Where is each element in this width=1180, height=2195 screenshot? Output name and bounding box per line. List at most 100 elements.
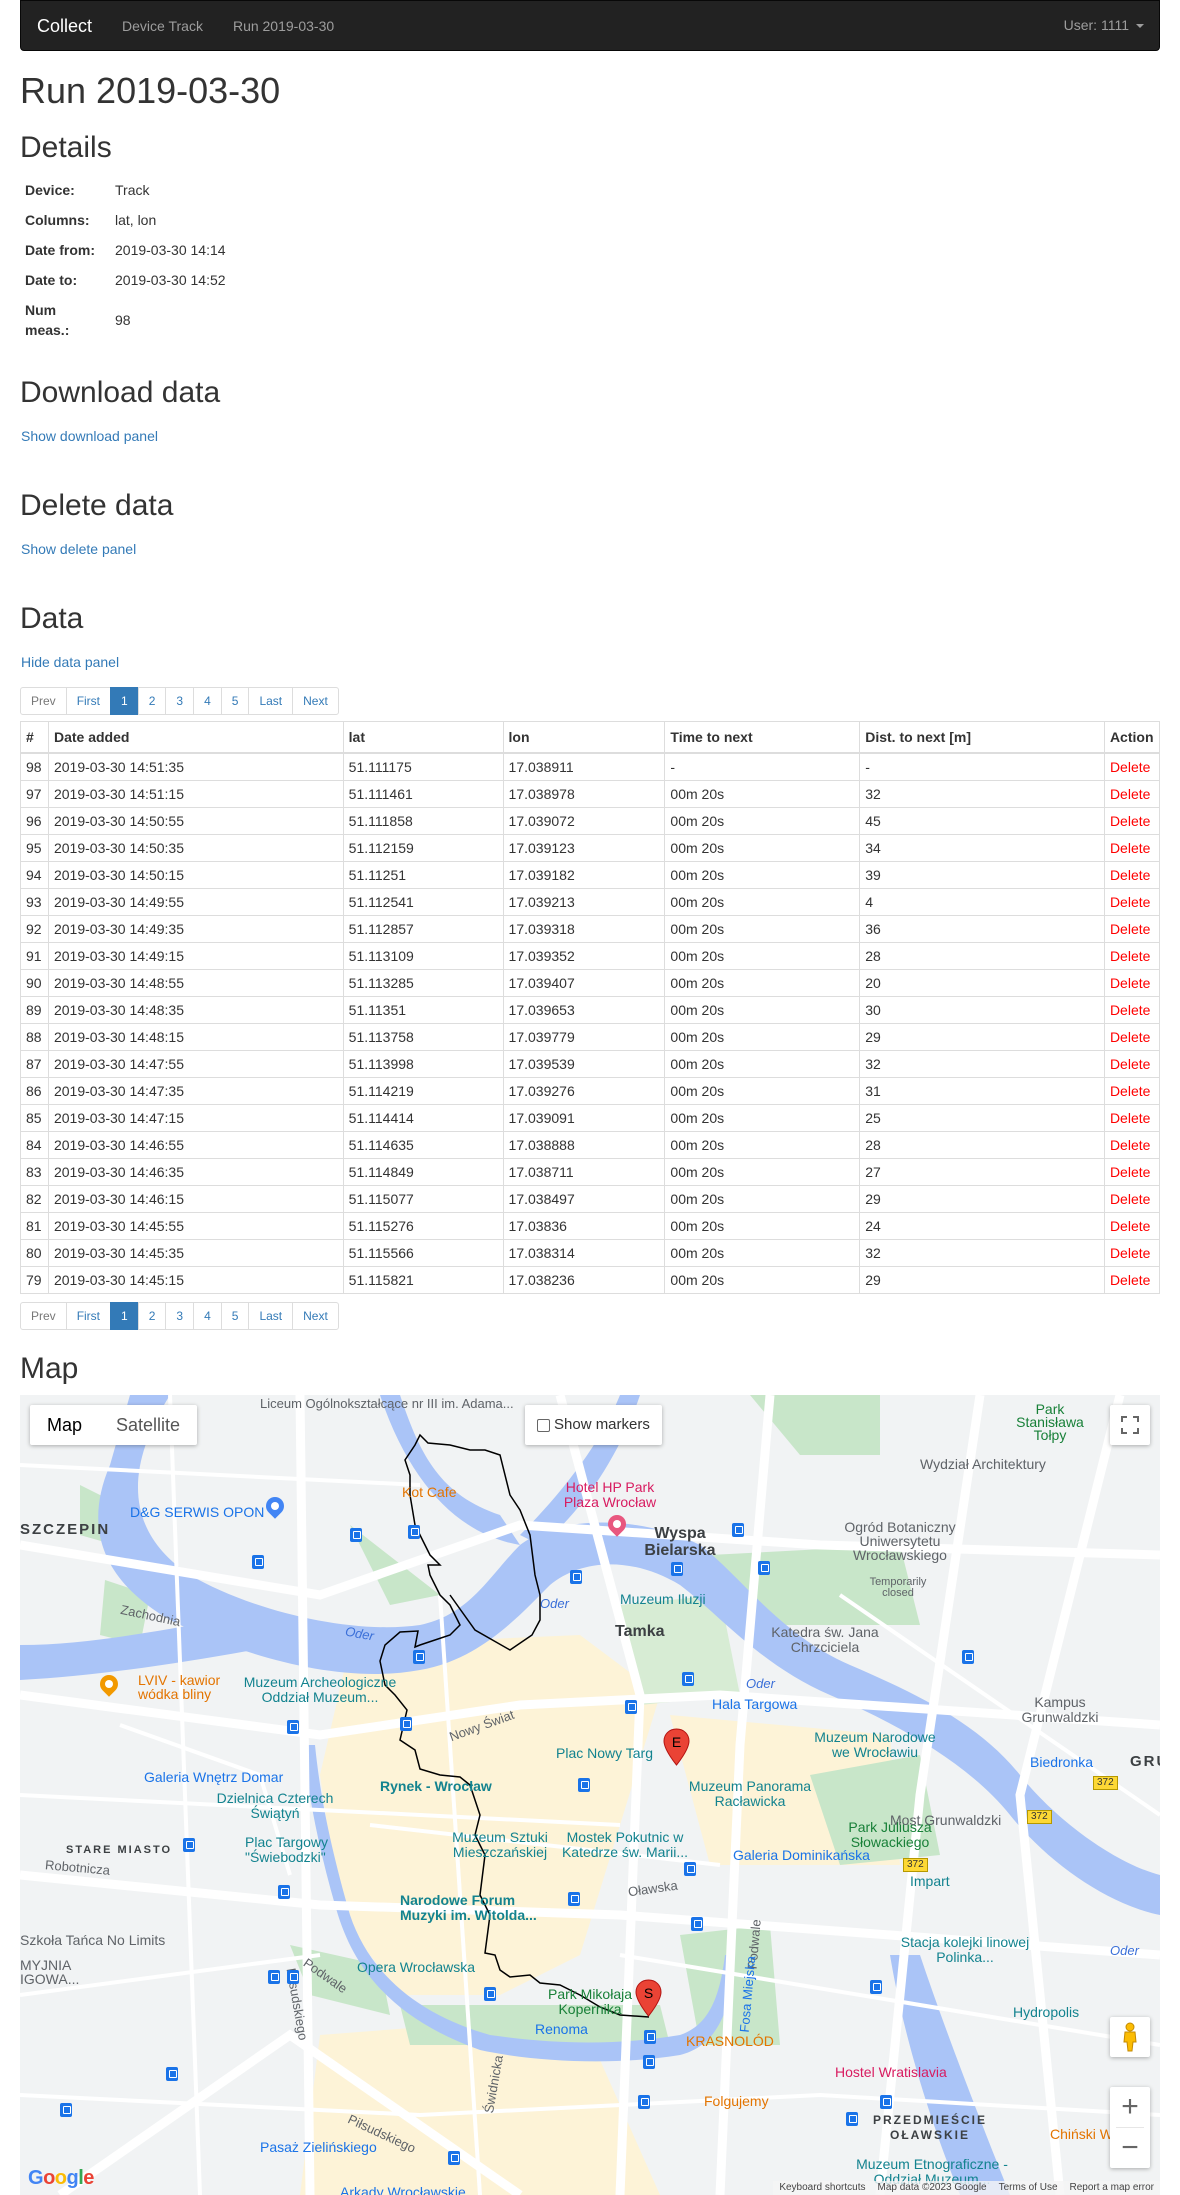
track-start-marker[interactable]: S — [635, 1979, 662, 2017]
pagination-next[interactable]: Next — [292, 686, 339, 715]
cell-delete-link[interactable]: Delete — [1103, 1158, 1161, 1187]
cell-delete-link[interactable]: Delete — [1103, 1050, 1161, 1079]
poi-muzeum-iluzji[interactable]: Muzeum Iluzji — [620, 1590, 706, 1610]
poi-myjnia[interactable]: MYJNIA IGOWA... — [20, 1958, 80, 1986]
fullscreen-button[interactable] — [1110, 1405, 1150, 1446]
tram-stop-icon[interactable] — [643, 2055, 655, 2070]
tram-stop-icon[interactable] — [691, 1917, 703, 1932]
cell-delete-link[interactable]: Delete — [1103, 861, 1161, 890]
poi-ogrod-botaniczny[interactable]: Ogród Botaniczny Uniwersytetu Wrocławski… — [830, 1520, 970, 1562]
poi-galeria-dominikanska[interactable]: Galeria Dominikańska — [733, 1846, 870, 1866]
cell-delete-link[interactable]: Delete — [1103, 1212, 1161, 1241]
cell-delete-link[interactable]: Delete — [1103, 1023, 1161, 1052]
cell-delete-link[interactable]: Delete — [1103, 1239, 1161, 1268]
tram-stop-icon[interactable] — [870, 1980, 882, 1995]
poi-hotel-hp[interactable]: Hotel HP Park Plaza Wrocław — [550, 1480, 670, 1510]
google-logo[interactable]: Google — [28, 2164, 94, 2193]
tram-stop-icon[interactable] — [448, 2151, 460, 2166]
poi-stacja-polinka[interactable]: Stacja kolejki linowej Polinka... — [900, 1935, 1030, 1965]
poi-kampus[interactable]: Kampus Grunwaldzki — [1020, 1695, 1100, 1725]
show-delete-panel-link[interactable]: Show delete panel — [21, 540, 1160, 560]
cell-delete-link[interactable]: Delete — [1103, 996, 1161, 1025]
poi-lviv[interactable]: LVIV - kawior wódka bliny — [138, 1673, 238, 1701]
tram-stop-icon[interactable] — [625, 1700, 637, 1715]
tram-stop-icon[interactable] — [758, 1561, 770, 1576]
poi-hydropolis[interactable]: Hydropolis — [1013, 2003, 1079, 2023]
pagination-page-4[interactable]: 4 — [193, 1302, 222, 1331]
tram-stop-icon[interactable] — [60, 2103, 72, 2118]
map-type-map-button[interactable]: Map — [30, 1405, 99, 1445]
pagination-page-5[interactable]: 5 — [220, 686, 250, 715]
poi-galeria-domar[interactable]: Galeria Wnętrz Domar — [144, 1768, 283, 1788]
poi-hostel[interactable]: Hostel Wratislavia — [835, 2063, 947, 2083]
pagination-prev[interactable]: Prev — [20, 1302, 67, 1331]
poi-renoma[interactable]: Renoma — [535, 2020, 588, 2040]
tram-stop-icon[interactable] — [408, 1525, 420, 1540]
tram-stop-icon[interactable] — [644, 2030, 656, 2045]
poi-pasaz[interactable]: Pasaż Zielińskiego — [260, 2138, 377, 2158]
poi-hala-targowa[interactable]: Hala Targowa — [712, 1695, 797, 1715]
nav-run[interactable]: Run 2019-03-30 — [218, 1, 349, 51]
map-canvas[interactable]: Liceum Ogólnokształcące nr III im. Adama… — [20, 1395, 1160, 2195]
poi-rynek[interactable]: Rynek - Wrocław — [380, 1777, 492, 1797]
poi-liceum[interactable]: Liceum Ogólnokształcące nr III im. Adama… — [260, 1397, 514, 1411]
cell-delete-link[interactable]: Delete — [1103, 780, 1161, 809]
tram-stop-icon[interactable] — [183, 1838, 195, 1853]
pagination-page-1[interactable]: 1 — [110, 686, 139, 715]
hide-data-panel-link[interactable]: Hide data panel — [21, 653, 1160, 673]
pagination-page-3[interactable]: 3 — [165, 1302, 195, 1331]
tram-stop-icon[interactable] — [268, 1970, 280, 1985]
poi-most-grunwaldzki[interactable]: Most Grunwaldzki — [890, 1811, 1001, 1831]
poi-panorama[interactable]: Muzeum Panorama Racławicka — [685, 1779, 815, 1809]
cell-delete-link[interactable]: Delete — [1103, 834, 1161, 863]
poi-folgujemy[interactable]: Folgujemy — [704, 2092, 769, 2112]
cell-delete-link[interactable]: Delete — [1103, 1104, 1161, 1133]
cell-delete-link[interactable]: Delete — [1103, 915, 1161, 944]
cell-delete-link[interactable]: Delete — [1103, 807, 1161, 836]
show-download-panel-link[interactable]: Show download panel — [21, 427, 1160, 447]
poi-muzeum-narodowe[interactable]: Muzeum Narodowe we Wrocławiu — [810, 1730, 940, 1760]
tram-stop-icon[interactable] — [287, 1720, 299, 1735]
cell-delete-link[interactable]: Delete — [1103, 1077, 1161, 1106]
terms-link[interactable]: Terms of Use — [993, 2181, 1064, 2195]
cell-delete-link[interactable]: Delete — [1103, 888, 1161, 917]
tram-stop-icon[interactable] — [166, 2067, 178, 2082]
nav-device-track[interactable]: Device Track — [107, 1, 218, 51]
poi-muzeum-archeologiczne[interactable]: Muzeum Archeologiczne Oddział Muzeum... — [230, 1675, 410, 1705]
report-error-link[interactable]: Report a map error — [1064, 2181, 1160, 2195]
tram-stop-icon[interactable] — [682, 1672, 694, 1687]
poi-forum-muzyki[interactable]: Narodowe Forum Muzyki im. Witolda... — [400, 1893, 540, 1923]
tram-stop-icon[interactable] — [484, 1987, 496, 2002]
poi-plac-targowy[interactable]: Plac Targowy "Świebodzki" — [245, 1835, 345, 1865]
pagination-last[interactable]: Last — [248, 1302, 294, 1331]
pagination-prev[interactable]: Prev — [20, 686, 67, 715]
poi-biedronka[interactable]: Biedronka — [1030, 1753, 1093, 1773]
pagination-page-4[interactable]: 4 — [193, 686, 222, 715]
zoom-in-button[interactable]: + — [1110, 2087, 1150, 2127]
tram-stop-icon[interactable] — [400, 1717, 412, 1732]
poi-wydzial-architektury[interactable]: Wydział Architektury — [920, 1455, 1046, 1475]
poi-dg-serwis[interactable]: D&G SERWIS OPON — [130, 1503, 264, 1523]
poi-krasnolod[interactable]: KRASNOLÓD — [686, 2032, 774, 2052]
user-menu[interactable]: User: 1111 — [1064, 16, 1159, 36]
cell-delete-link[interactable]: Delete — [1103, 942, 1161, 971]
pagination-page-5[interactable]: 5 — [220, 1302, 250, 1331]
poi-dzielnica[interactable]: Dzielnica Czterech Świątyń — [210, 1791, 340, 1821]
poi-arkady[interactable]: Arkady Wrocławskie — [340, 2183, 466, 2195]
poi-mostek[interactable]: Mostek Pokutnic w Katedrze św. Marii... — [550, 1830, 700, 1860]
poi-impart[interactable]: Impart — [910, 1872, 950, 1892]
pagination-page-3[interactable]: 3 — [165, 686, 195, 715]
tram-stop-icon[interactable] — [278, 1885, 290, 1900]
tram-stop-icon[interactable] — [684, 1862, 696, 1877]
tram-stop-icon[interactable] — [638, 2095, 650, 2110]
poi-szkola-tanca[interactable]: Szkoła Tańca No Limits — [20, 1931, 165, 1951]
tram-stop-icon[interactable] — [880, 2095, 892, 2110]
tram-stop-icon[interactable] — [962, 1650, 974, 1665]
poi-muzeum-sztuki[interactable]: Muzeum Sztuki Mieszczańskiej — [450, 1830, 550, 1860]
pagination-page-1[interactable]: 1 — [110, 1302, 139, 1331]
tram-stop-icon[interactable] — [413, 1650, 425, 1665]
brand-link[interactable]: Collect — [21, 1, 107, 51]
tram-stop-icon[interactable] — [570, 1570, 582, 1585]
zoom-out-button[interactable]: − — [1110, 2128, 1150, 2168]
tram-stop-icon[interactable] — [287, 1970, 299, 1985]
